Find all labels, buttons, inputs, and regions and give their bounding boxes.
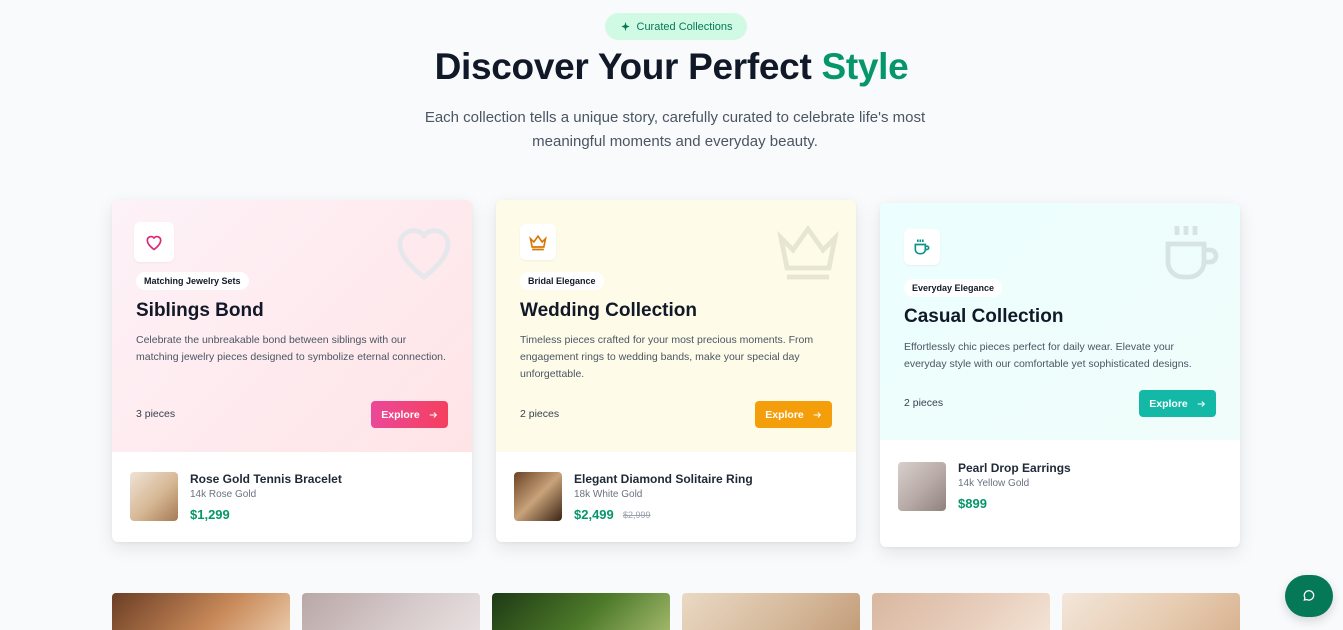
gallery-image[interactable]: [682, 593, 860, 630]
gallery-image[interactable]: [492, 593, 670, 630]
collection-title: Casual Collection: [904, 306, 1064, 327]
pieces-count: 2 pieces: [520, 408, 560, 420]
product-metal: 14k Rose Gold: [190, 489, 257, 500]
product-thumbnail: [130, 472, 178, 521]
featured-product[interactable]: Pearl Drop Earrings 14k Yellow Gold $899: [880, 440, 1240, 547]
heart-watermark-icon: [397, 228, 451, 280]
product-price: $899: [958, 496, 987, 511]
product-name: Pearl Drop Earrings: [958, 461, 1071, 475]
collection-tag: Matching Jewelry Sets: [136, 272, 249, 290]
product-thumbnail: [898, 462, 946, 511]
arrow-right-icon: [1197, 400, 1205, 407]
gallery-image[interactable]: [872, 593, 1050, 630]
arrow-right-icon: [429, 411, 437, 418]
product-thumbnail: [514, 472, 562, 521]
collections-pill: Curated Collections: [605, 13, 747, 40]
page-subtitle: Each collection tells a unique story, ca…: [424, 109, 926, 150]
collection-description: Effortlessly chic pieces perfect for dai…: [904, 341, 1192, 370]
coffee-cup-watermark-icon: [1165, 226, 1219, 280]
chat-button[interactable]: [1285, 575, 1333, 617]
coffee-cup-icon: [904, 229, 940, 265]
sparkle-icon: [620, 21, 630, 32]
pill-label: Curated Collections: [636, 20, 733, 33]
pieces-count: 3 pieces: [136, 408, 176, 420]
heart-icon: [134, 222, 174, 262]
product-name: Elegant Diamond Solitaire Ring: [574, 472, 753, 486]
chat-bubble-icon: [1303, 590, 1315, 601]
collection-card-casual[interactable]: Everyday Elegance Casual Collection Effo…: [880, 203, 1240, 547]
product-price: $2,499: [574, 507, 614, 522]
gallery-image[interactable]: [1062, 593, 1240, 630]
page-title: Discover Your Perfect Style: [434, 46, 909, 87]
collection-tag: Bridal Elegance: [520, 272, 604, 290]
product-metal: 18k White Gold: [574, 489, 643, 500]
collection-title: Wedding Collection: [520, 300, 697, 321]
collection-description: Celebrate the unbreakable bond between s…: [136, 334, 446, 363]
collection-tag: Everyday Elegance: [904, 279, 1003, 297]
arrow-right-icon: [813, 411, 821, 418]
collection-card-siblings[interactable]: Matching Jewelry Sets Siblings Bond Cele…: [112, 200, 472, 542]
collection-description: Timeless pieces crafted for your most pr…: [520, 334, 814, 380]
featured-product[interactable]: Elegant Diamond Solitaire Ring 18k White…: [496, 452, 856, 542]
product-price: $1,299: [190, 507, 230, 522]
product-name: Rose Gold Tennis Bracelet: [190, 472, 342, 486]
collection-title: Siblings Bond: [136, 300, 264, 321]
explore-button[interactable]: Explore: [371, 401, 448, 428]
gallery-image[interactable]: [302, 593, 480, 630]
crown-icon: [520, 224, 556, 260]
explore-button[interactable]: Explore: [755, 401, 832, 428]
explore-button[interactable]: Explore: [1139, 390, 1216, 417]
product-metal: 14k Yellow Gold: [958, 478, 1030, 489]
gallery-image[interactable]: [112, 593, 290, 630]
product-old-price: $2,999: [623, 510, 651, 520]
pieces-count: 2 pieces: [904, 397, 944, 409]
crown-watermark-icon: [777, 224, 839, 280]
collection-card-wedding[interactable]: Bridal Elegance Wedding Collection Timel…: [496, 200, 856, 542]
featured-product[interactable]: Rose Gold Tennis Bracelet 14k Rose Gold …: [112, 452, 472, 542]
